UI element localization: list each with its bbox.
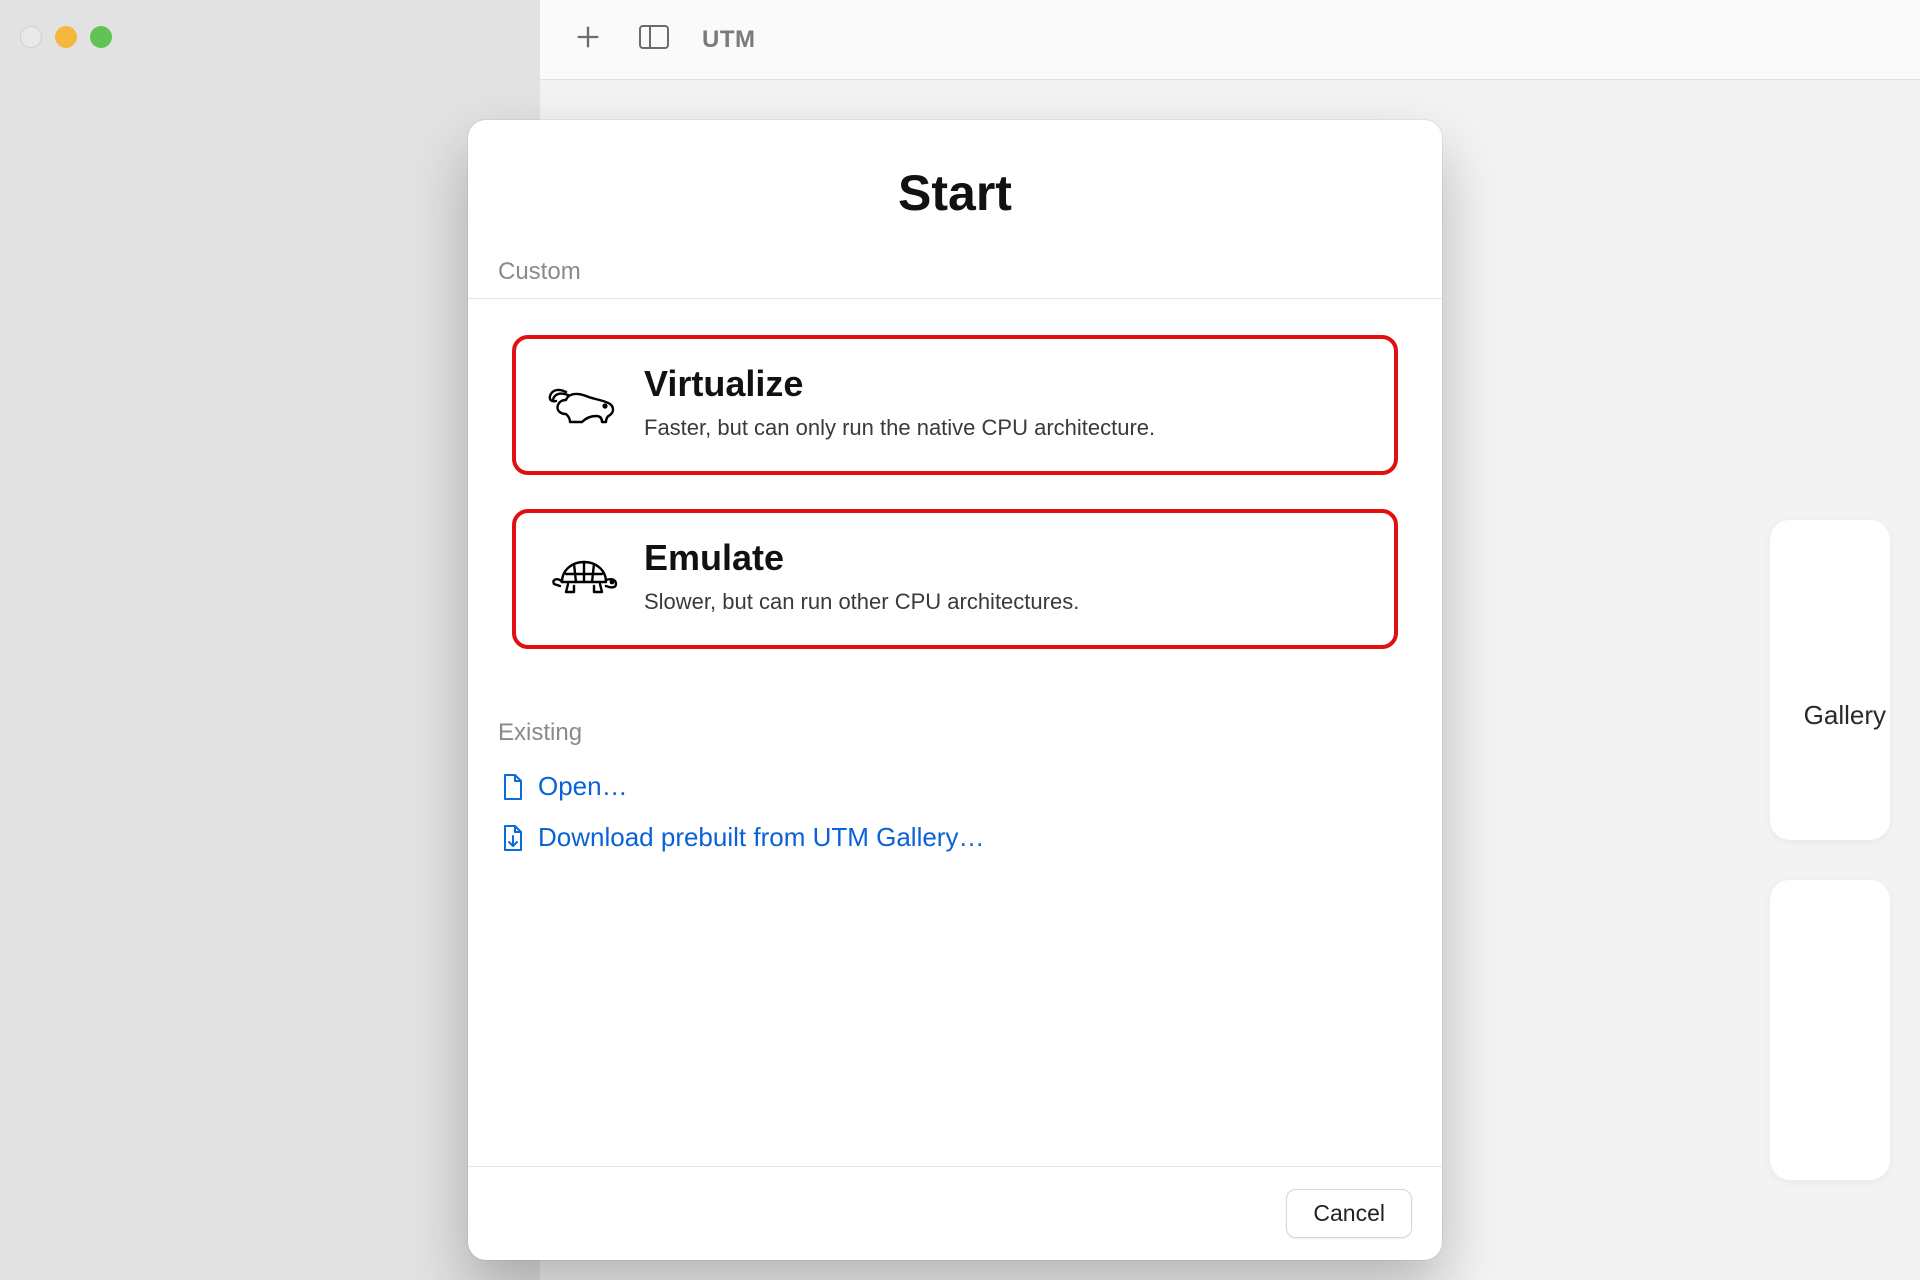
background-card — [1770, 520, 1890, 840]
virtualize-text: Virtualize Faster, but can only run the … — [644, 363, 1155, 441]
virtualize-title: Virtualize — [644, 363, 1155, 405]
app-title: UTM — [702, 26, 755, 54]
download-document-icon — [502, 824, 524, 852]
background-card — [1770, 880, 1890, 1180]
emulate-option[interactable]: Emulate Slower, but can run other CPU ar… — [512, 509, 1398, 649]
virtualize-desc: Faster, but can only run the native CPU … — [644, 415, 1155, 441]
sidebar-icon — [639, 25, 669, 54]
dialog-footer: Cancel — [468, 1166, 1442, 1260]
toolbar: UTM — [540, 0, 1920, 80]
rabbit-icon — [546, 370, 618, 434]
plus-icon — [574, 23, 602, 56]
maximize-window-button[interactable] — [90, 26, 112, 48]
gallery-label: Gallery — [1804, 700, 1920, 731]
custom-section-label: Custom — [468, 258, 1442, 298]
emulate-title: Emulate — [644, 537, 1079, 579]
turtle-icon — [546, 544, 618, 608]
document-icon — [502, 773, 524, 801]
emulate-desc: Slower, but can run other CPU architectu… — [644, 589, 1079, 615]
download-gallery-label: Download prebuilt from UTM Gallery… — [538, 822, 984, 853]
sidebar — [0, 0, 540, 1280]
cancel-button[interactable]: Cancel — [1286, 1189, 1412, 1238]
minimize-window-button[interactable] — [55, 26, 77, 48]
close-window-button[interactable] — [20, 26, 42, 48]
app-window: UTM Gallery Start Custom Virtua — [0, 0, 1920, 1280]
open-existing-label: Open… — [538, 771, 628, 802]
window-controls — [0, 0, 540, 48]
start-dialog: Start Custom Virtualize Faster, but can … — [468, 120, 1442, 1260]
existing-section-label: Existing — [498, 719, 1412, 761]
existing-section: Existing Open… Download prebuilt from UT… — [468, 659, 1442, 863]
download-gallery-link[interactable]: Download prebuilt from UTM Gallery… — [498, 812, 1412, 863]
emulate-text: Emulate Slower, but can run other CPU ar… — [644, 537, 1079, 615]
open-existing-link[interactable]: Open… — [498, 761, 1412, 812]
toggle-sidebar-button[interactable] — [636, 22, 672, 58]
options-list: Virtualize Faster, but can only run the … — [468, 299, 1442, 659]
virtualize-option[interactable]: Virtualize Faster, but can only run the … — [512, 335, 1398, 475]
add-button[interactable] — [570, 22, 606, 58]
dialog-title: Start — [468, 120, 1442, 258]
